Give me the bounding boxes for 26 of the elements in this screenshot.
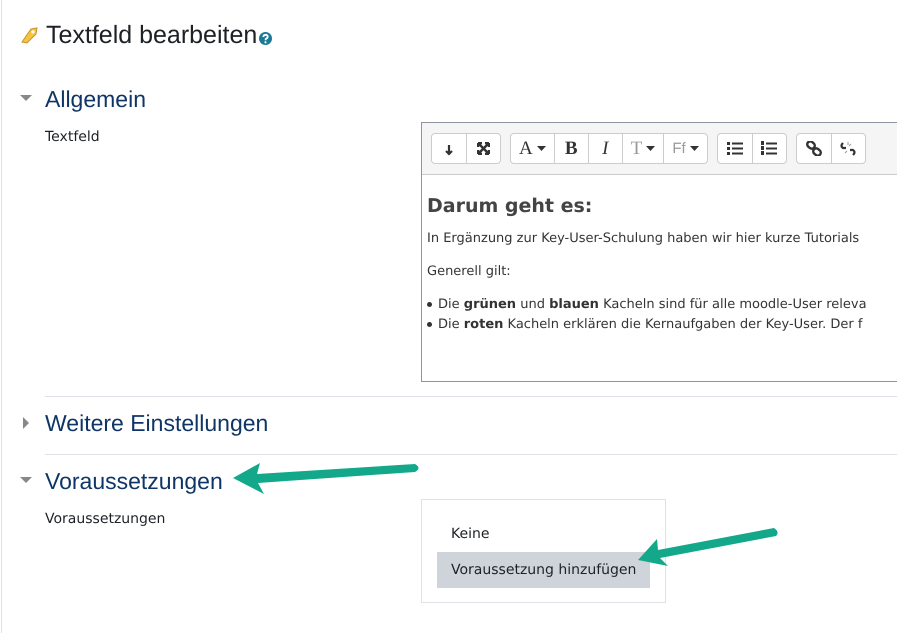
expand-arrows-icon [477,142,490,155]
section-toggle-link[interactable]: Voraussetzungen [45,468,223,494]
field-label: Textfeld [44,129,101,147]
section-toggle-link[interactable]: Allgemein [45,86,146,112]
list-item-text: Die grünen und blauen Kacheln sind für alle moodle-User releva [438,297,867,312]
broken-chain-icon [840,141,856,156]
bullet-list-icon [726,141,743,156]
chain-link-icon [806,141,822,156]
section-toggle-link[interactable]: Weitere Einstellungen [45,410,268,436]
content-paragraph: In Ergänzung zur Key-User-Schulung haben wir hier kurze Tutorials [427,231,860,246]
text-editor[interactable] [421,122,897,382]
fullscreen-button[interactable] [466,134,500,163]
bullet-icon [427,302,432,307]
page-title: Textfeld bearbeiten [46,20,258,50]
content-paragraph: Generell gilt: [427,264,512,279]
bullet-icon [427,322,432,327]
tag-icon [20,26,39,44]
numbered-list-button[interactable] [752,134,786,163]
unlink-button[interactable] [830,134,865,163]
help-icon [259,32,272,44]
field-label: Voraussetzungen [44,511,166,529]
list-item-text: Die roten Kacheln erklären die Kernaufgaben der Key-User. Der f [438,317,862,332]
numbered-list-icon [761,141,778,156]
content-heading: Darum geht es: [427,195,594,217]
menu-item[interactable]: Voraussetzung hinzufügen [437,552,650,588]
menu-item[interactable]: Keine [437,516,650,552]
